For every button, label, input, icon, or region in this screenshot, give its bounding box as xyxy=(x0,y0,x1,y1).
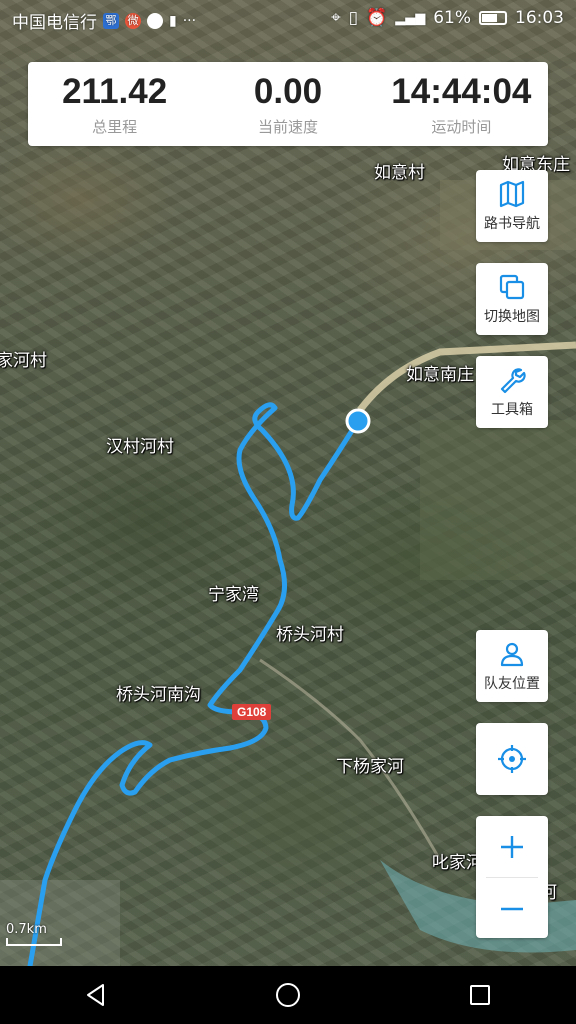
message-icon xyxy=(147,12,163,29)
teammate-location-label: 队友位置 xyxy=(484,676,540,692)
place-label: 桥头河南沟 xyxy=(116,685,201,705)
location-icon: ⌖ xyxy=(331,8,341,28)
alarm-icon: ⏰ xyxy=(366,8,388,28)
current-speed-label: 当前速度 xyxy=(257,118,318,136)
road-badge: G108 xyxy=(232,704,272,720)
clock: 16:03 xyxy=(515,8,564,28)
place-label: 下杨家河 xyxy=(336,757,404,777)
layers-icon xyxy=(499,274,525,300)
recents-square-icon xyxy=(470,985,490,1005)
map-scale: 0.7km xyxy=(6,922,62,946)
elapsed-time-label: 运动时间 xyxy=(431,118,492,136)
current-speed-value: 0.00 xyxy=(253,72,323,111)
total-distance-value: 211.42 xyxy=(62,72,168,111)
locate-me-button[interactable] xyxy=(476,723,548,795)
zoom-out-button[interactable] xyxy=(476,878,548,939)
place-label: 如意村 xyxy=(374,163,425,183)
place-label: 汉村河村 xyxy=(106,437,174,457)
toolbox-button[interactable]: 工具箱 xyxy=(476,356,548,428)
plus-icon xyxy=(501,835,523,858)
route-navigation-label: 路书导航 xyxy=(484,216,540,232)
system-nav-bar xyxy=(0,966,576,1024)
current-location-dot xyxy=(345,408,371,434)
total-distance: 211.42 总里程 xyxy=(28,62,201,146)
map-book-icon xyxy=(499,180,525,208)
zoom-control xyxy=(476,816,548,938)
switch-map-label: 切换地图 xyxy=(484,309,540,325)
app-notification-icon: 鄂 xyxy=(103,12,119,29)
back-button[interactable] xyxy=(66,966,126,1024)
elapsed-time: 14:44:04 运动时间 xyxy=(375,62,548,146)
signal-icon: ▂▄▆ xyxy=(395,10,426,26)
scale-label: 0.7km xyxy=(6,922,47,937)
battery-icon xyxy=(479,11,507,25)
route-navigation-button[interactable]: 路书导航 xyxy=(476,170,548,242)
minus-icon xyxy=(501,907,523,910)
place-label: 家河村 xyxy=(0,351,47,371)
home-button[interactable] xyxy=(258,966,318,1024)
battery-alert-icon: ▮ xyxy=(169,12,177,29)
zoom-in-button[interactable] xyxy=(476,816,548,877)
status-bar: 中国电信行 鄂 微 ▮ ··· ⌖ ▯ ⏰ ▂▄▆ 61% 16:03 xyxy=(0,0,576,38)
more-notifications-icon: ··· xyxy=(182,12,197,29)
toolbox-label: 工具箱 xyxy=(491,402,533,418)
total-distance-label: 总里程 xyxy=(92,118,138,136)
person-icon xyxy=(500,642,524,667)
switch-map-button[interactable]: 切换地图 xyxy=(476,263,548,335)
vibrate-icon: ▯ xyxy=(348,8,359,28)
wrench-icon xyxy=(500,368,526,394)
place-label: 桥头河村 xyxy=(276,625,344,645)
weibo-icon: 微 xyxy=(125,12,141,29)
current-speed: 0.00 当前速度 xyxy=(201,62,374,146)
back-triangle-icon xyxy=(87,984,104,1006)
crosshair-icon xyxy=(498,745,526,773)
place-label: 宁家湾 xyxy=(208,585,259,605)
battery-percent: 61% xyxy=(433,8,471,28)
elapsed-time-value: 14:44:04 xyxy=(391,72,532,111)
carrier-name: 中国电信行 xyxy=(12,13,97,33)
place-label: 如意南庄 xyxy=(406,365,474,385)
home-circle-icon xyxy=(276,983,300,1007)
teammate-location-button[interactable]: 队友位置 xyxy=(476,630,548,702)
recents-button[interactable] xyxy=(450,966,510,1024)
workout-stats-panel: 211.42 总里程 0.00 当前速度 14:44:04 运动时间 xyxy=(28,62,548,146)
scale-bar xyxy=(6,938,62,946)
